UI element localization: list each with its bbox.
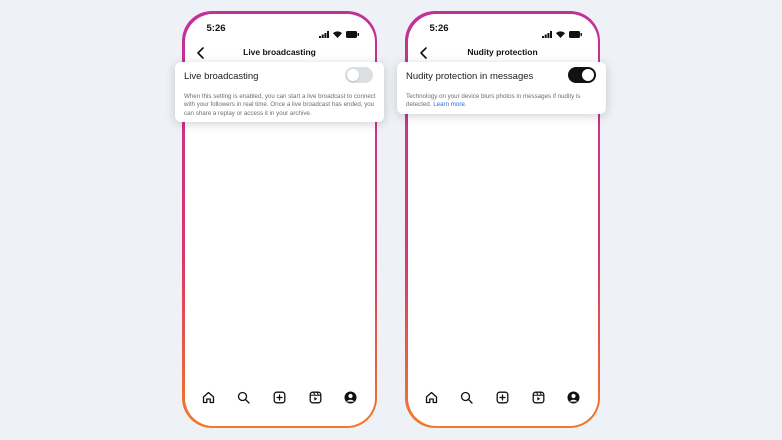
status-bar: 5:26 bbox=[185, 22, 375, 38]
nav-header: Live broadcasting bbox=[185, 44, 375, 64]
tab-profile[interactable] bbox=[344, 391, 358, 405]
nav-header: Nudity protection bbox=[408, 44, 598, 64]
battery-icon bbox=[568, 25, 582, 43]
setting-card-nudity-protection: Nudity protection in messages Technology… bbox=[397, 62, 606, 114]
page-title: Nudity protection bbox=[467, 46, 538, 57]
status-bar: 5:26 bbox=[408, 22, 598, 38]
reels-icon bbox=[532, 391, 545, 404]
nudity-protection-toggle[interactable] bbox=[568, 67, 596, 83]
toggle-knob bbox=[582, 69, 594, 81]
toggle-knob bbox=[347, 69, 359, 81]
tab-create[interactable] bbox=[272, 391, 286, 405]
wifi-icon bbox=[332, 25, 342, 43]
setting-description: Technology on your device blurs photos i… bbox=[406, 93, 600, 110]
signal-icon bbox=[541, 25, 552, 43]
create-icon bbox=[273, 391, 286, 404]
tab-reels[interactable] bbox=[531, 391, 545, 405]
home-icon bbox=[202, 391, 214, 404]
create-icon bbox=[496, 391, 509, 404]
tab-home[interactable] bbox=[424, 391, 438, 405]
setting-label: Nudity protection in messages bbox=[406, 71, 534, 82]
status-time: 5:26 bbox=[206, 22, 226, 34]
tab-profile[interactable] bbox=[567, 391, 581, 405]
bottom-tab-bar bbox=[185, 388, 375, 408]
tab-search[interactable] bbox=[237, 391, 251, 405]
status-time: 5:26 bbox=[429, 22, 449, 34]
setting-description: When this setting is enabled, you can st… bbox=[184, 93, 376, 117]
search-icon bbox=[461, 391, 474, 404]
signal-icon bbox=[318, 25, 329, 43]
tab-reels[interactable] bbox=[308, 391, 322, 405]
tab-create[interactable] bbox=[495, 391, 509, 405]
learn-more-link[interactable]: Learn more. bbox=[433, 101, 466, 108]
profile-icon bbox=[344, 391, 357, 404]
tab-search[interactable] bbox=[460, 391, 474, 405]
search-icon bbox=[238, 391, 251, 404]
profile-icon bbox=[567, 391, 580, 404]
bottom-tab-bar bbox=[408, 388, 598, 408]
setting-label: Live broadcasting bbox=[184, 71, 259, 82]
setting-card-live-broadcasting: Live broadcasting When this setting is e… bbox=[175, 62, 384, 122]
wifi-icon bbox=[555, 25, 565, 43]
reels-icon bbox=[309, 391, 322, 404]
tab-home[interactable] bbox=[201, 391, 215, 405]
page-title: Live broadcasting bbox=[243, 46, 316, 57]
live-broadcasting-toggle[interactable] bbox=[345, 67, 373, 83]
battery-icon bbox=[345, 25, 359, 43]
home-icon bbox=[425, 391, 437, 404]
